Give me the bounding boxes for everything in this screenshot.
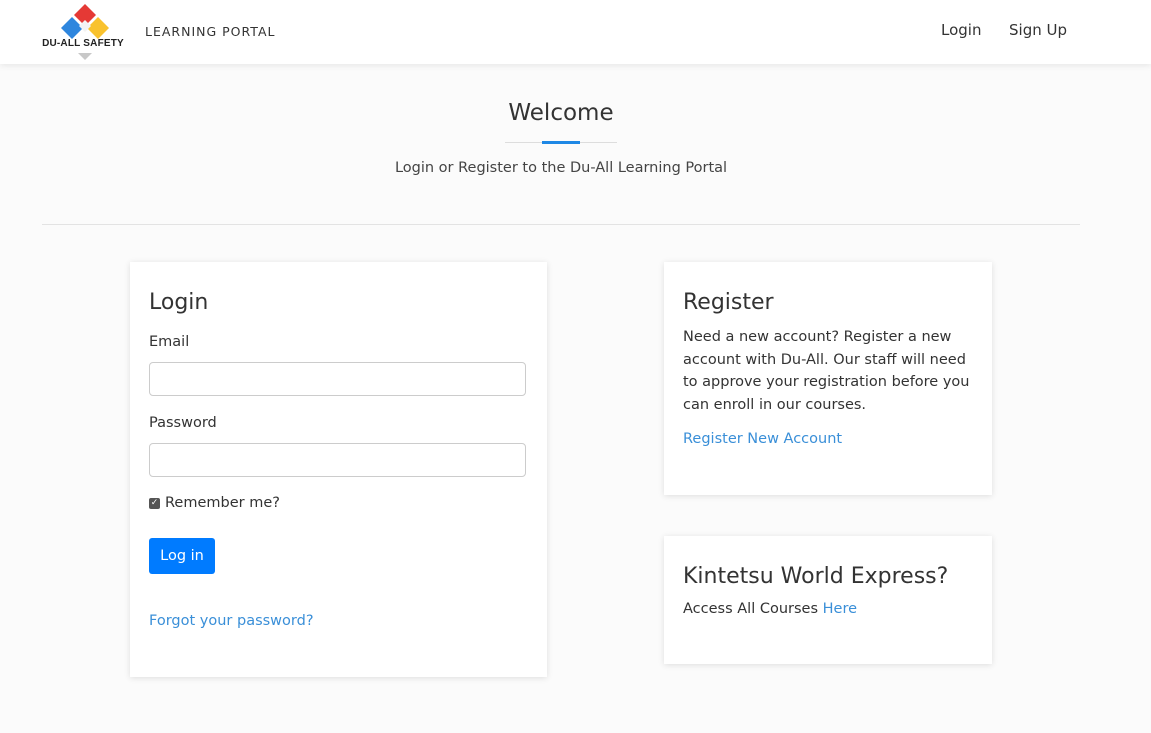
register-card-title: Register	[683, 290, 774, 315]
top-navbar: DU-ALL SAFETY LEARNING PORTAL Login Sign…	[0, 0, 1151, 64]
kintetsu-access-text: Access All Courses	[683, 601, 819, 617]
register-description: Need a new account? Register a new accou…	[683, 329, 970, 413]
login-card: Login Email Password ✓ Remember me? Log …	[130, 262, 547, 677]
email-label: Email	[149, 334, 190, 350]
kintetsu-access-line: Access All Courses Here	[683, 601, 857, 617]
kintetsu-card-title: Kintetsu World Express?	[683, 564, 949, 589]
remember-me-label[interactable]: Remember me?	[165, 495, 280, 511]
email-field[interactable]	[149, 362, 526, 396]
section-divider	[42, 224, 1080, 225]
password-field[interactable]	[149, 443, 526, 477]
nav-signup-link[interactable]: Sign Up	[1009, 21, 1067, 39]
title-accent-bar	[542, 141, 580, 144]
kintetsu-card: Kintetsu World Express? Access All Cours…	[664, 536, 992, 664]
page-title: Welcome	[508, 100, 614, 126]
forgot-password-link[interactable]: Forgot your password?	[149, 613, 314, 629]
page-subtitle: Login or Register to the Du-All Learning…	[394, 160, 728, 176]
register-new-account-link[interactable]: Register New Account	[683, 431, 842, 447]
logo-text: DU-ALL SAFETY	[42, 38, 124, 49]
logo-diamonds-icon	[61, 4, 109, 60]
du-all-safety-logo[interactable]: DU-ALL SAFETY	[40, 2, 128, 62]
brand-title: LEARNING PORTAL	[145, 24, 276, 39]
nav-login-link[interactable]: Login	[941, 21, 981, 39]
login-submit-button[interactable]: Log in	[149, 538, 215, 574]
remember-me-checkbox[interactable]: ✓	[149, 498, 160, 509]
password-label: Password	[149, 415, 217, 431]
kintetsu-here-link[interactable]: Here	[823, 601, 857, 617]
login-card-title: Login	[149, 290, 209, 315]
register-card: Register Need a new account? Register a …	[664, 262, 992, 495]
